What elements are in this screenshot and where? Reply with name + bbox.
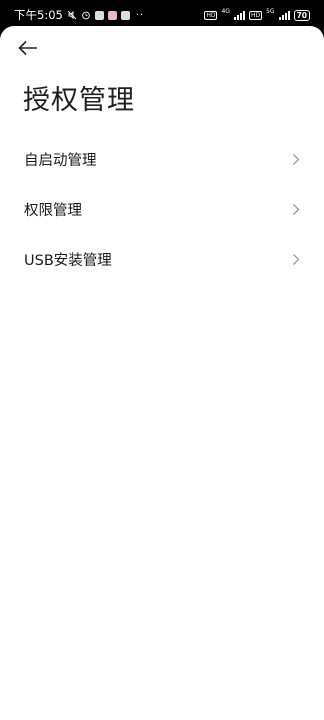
page-title: 授权管理 [23,85,135,116]
app-icon [120,10,130,20]
chevron-right-icon [292,203,300,216]
menu-item-label: 权限管理 [24,202,82,219]
settings-page: 授权管理 自启动管理 权限管理 USB安装管理 [0,26,324,720]
status-bar-right: HD 4G HD 5G 70 [204,7,310,21]
menu-item-label: 自启动管理 [24,152,97,169]
hd-badge: HD [204,10,218,20]
mute-icon [67,10,77,20]
menu-item-permissions[interactable]: 权限管理 [0,184,324,234]
alarm-icon [81,10,91,20]
status-time: 下午5:05 [14,8,63,22]
hd-badge: HD [248,10,263,20]
signal-icon [278,10,290,20]
menu-item-autostart[interactable]: 自启动管理 [0,134,324,184]
network-type: 5G [266,7,275,15]
menu-item-label: USB安装管理 [24,252,112,269]
back-button[interactable] [18,36,48,64]
chevron-right-icon [292,153,300,166]
app-icon [107,10,117,20]
menu-list: 自启动管理 权限管理 USB安装管理 [0,134,324,284]
menu-item-usb-install[interactable]: USB安装管理 [0,234,324,284]
more-dots-icon: ·· [135,9,145,21]
chevron-right-icon [292,253,300,266]
battery-icon: 70 [293,9,310,21]
status-bar-left: 下午5:05 ·· [14,7,144,23]
arrow-left-icon [18,40,38,60]
app-icon [94,10,104,20]
signal-icon [233,10,245,20]
network-type: 4G [221,7,230,15]
